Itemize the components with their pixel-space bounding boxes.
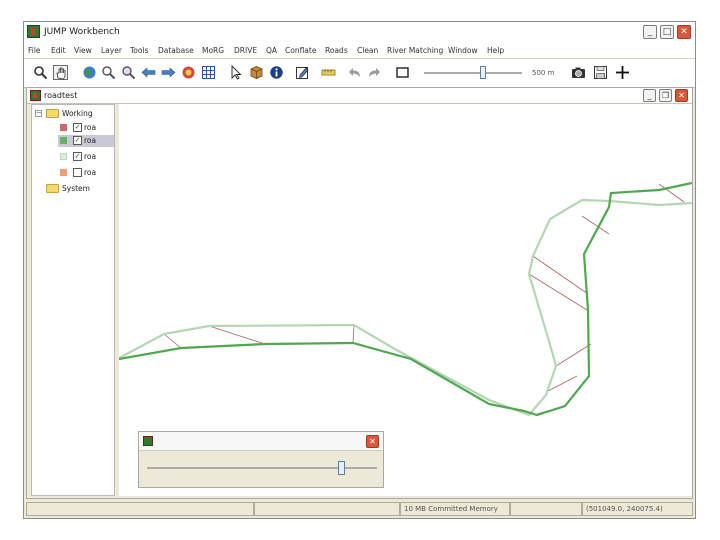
- layer-name: roa: [84, 136, 97, 145]
- menu-drive[interactable]: DRIVE: [234, 46, 257, 55]
- app-icon: [27, 25, 40, 38]
- layer-tree: − Working ✓ roa ✓ roa ✓ roa roa System: [31, 104, 115, 496]
- zoom-slider-thumb[interactable]: [480, 66, 486, 79]
- memory-status: 10 MB Committed Memory: [400, 502, 510, 516]
- task-close-button[interactable]: ✕: [675, 89, 688, 102]
- collapse-toggle[interactable]: −: [35, 110, 42, 117]
- layer-visibility-checkbox[interactable]: ✓: [73, 123, 82, 132]
- window-title: JUMP Workbench: [44, 27, 120, 37]
- grid-icon[interactable]: [201, 65, 216, 80]
- scale-label: 500 m: [532, 69, 555, 77]
- layer-item[interactable]: ✓ roa: [60, 151, 114, 163]
- redo-icon[interactable]: [367, 65, 382, 80]
- feature-box-icon[interactable]: [249, 65, 264, 80]
- info-icon[interactable]: [269, 65, 284, 80]
- layer-color-swatch: [60, 137, 67, 144]
- layer-color-swatch: [60, 169, 67, 176]
- menu-morg[interactable]: MoRG: [202, 46, 224, 55]
- menu-file[interactable]: File: [28, 46, 41, 55]
- menu-window[interactable]: Window: [448, 46, 478, 55]
- forward-arrow-icon[interactable]: [161, 65, 176, 80]
- menu-conflate[interactable]: Conflate: [285, 46, 316, 55]
- layer-visibility-checkbox[interactable]: ✓: [73, 152, 82, 161]
- coordinates-readout: (501049.0, 240075.4): [582, 502, 693, 516]
- status-bar: 10 MB Committed Memory (501049.0, 240075…: [26, 502, 693, 516]
- undo-icon[interactable]: [347, 65, 362, 80]
- title-bar[interactable]: JUMP Workbench _ □ ✕: [24, 22, 695, 42]
- layer-item[interactable]: ✓ roa: [60, 122, 114, 134]
- back-arrow-icon[interactable]: [141, 65, 156, 80]
- edit-icon[interactable]: [295, 65, 310, 80]
- task-frame-title: roadtest: [44, 91, 78, 100]
- task-minimize-button[interactable]: _: [643, 89, 656, 102]
- layer-item[interactable]: roa: [60, 167, 114, 179]
- measure-icon[interactable]: [321, 65, 336, 80]
- layer-visibility-checkbox[interactable]: ✓: [73, 136, 82, 145]
- task-frame-icon: [30, 90, 41, 101]
- slider-palette: ✕: [138, 431, 384, 488]
- square-icon[interactable]: [395, 65, 410, 80]
- category-working[interactable]: − Working: [35, 108, 115, 120]
- palette-title-bar[interactable]: ✕: [139, 432, 383, 451]
- menu-view[interactable]: View: [74, 46, 92, 55]
- palette-close-button[interactable]: ✕: [366, 435, 379, 448]
- layer-name: roa: [84, 152, 97, 161]
- pan-hand-icon[interactable]: [53, 65, 68, 80]
- status-message: [26, 502, 254, 516]
- maximize-button[interactable]: □: [660, 25, 674, 39]
- menu-river-matching[interactable]: River Matching: [387, 46, 443, 55]
- menu-tools[interactable]: Tools: [130, 46, 148, 55]
- minimize-button[interactable]: _: [643, 25, 657, 39]
- refresh-icon[interactable]: [181, 65, 196, 80]
- category-label: Working: [62, 109, 93, 118]
- palette-slider-thumb[interactable]: [338, 461, 345, 475]
- plus-icon[interactable]: [615, 65, 630, 80]
- palette-icon: [143, 436, 153, 446]
- task-frame-title-bar[interactable]: roadtest _ ❐ ✕: [27, 88, 692, 104]
- menu-roads[interactable]: Roads: [325, 46, 348, 55]
- menu-help[interactable]: Help: [487, 46, 504, 55]
- folder-icon: [46, 109, 59, 118]
- menu-clean[interactable]: Clean: [357, 46, 378, 55]
- road-primary: [118, 181, 693, 417]
- menu-bar: File Edit View Layer Tools Database MoRG…: [24, 42, 695, 59]
- layer-color-swatch: [60, 124, 67, 131]
- layer-name: roa: [84, 168, 97, 177]
- layer-item-selected[interactable]: ✓ roa: [58, 135, 114, 147]
- category-label: System: [62, 184, 90, 193]
- status-cell-4: [510, 502, 582, 516]
- zoom-previous-icon[interactable]: [121, 65, 136, 80]
- menu-database[interactable]: Database: [158, 46, 194, 55]
- zoom-slider[interactable]: [424, 72, 522, 74]
- layer-name: roa: [84, 123, 97, 132]
- match-links: [163, 183, 685, 415]
- menu-layer[interactable]: Layer: [101, 46, 122, 55]
- task-restore-button[interactable]: ❐: [659, 89, 672, 102]
- zoom-to-selection-icon[interactable]: [101, 65, 116, 80]
- folder-icon: [46, 184, 59, 193]
- status-cell-2: [254, 502, 400, 516]
- select-pointer-icon[interactable]: [229, 65, 244, 80]
- menu-qa[interactable]: QA: [266, 46, 277, 55]
- toolbar: 500 m: [24, 59, 695, 88]
- camera-icon[interactable]: [571, 65, 586, 80]
- category-system[interactable]: System: [46, 183, 114, 195]
- globe-icon[interactable]: [82, 65, 97, 80]
- layer-visibility-checkbox[interactable]: [73, 168, 82, 177]
- zoom-icon[interactable]: [33, 65, 48, 80]
- save-icon[interactable]: [593, 65, 608, 80]
- layer-color-swatch: [60, 153, 67, 160]
- menu-edit[interactable]: Edit: [51, 46, 66, 55]
- close-button[interactable]: ✕: [677, 25, 691, 39]
